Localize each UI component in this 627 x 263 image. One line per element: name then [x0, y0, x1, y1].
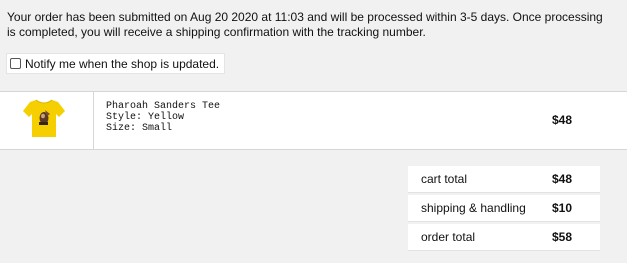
order-total-value: $58	[552, 230, 573, 244]
tshirt-image[interactable]	[21, 98, 67, 138]
notify-checkbox-row[interactable]: Notify me when the shop is updated.	[6, 53, 226, 74]
order-confirmation-message: Your order has been submitted on Aug 20 …	[7, 10, 603, 39]
notify-label: Notify me when the shop is updated.	[25, 56, 220, 71]
item-price: $48	[552, 113, 573, 127]
item-size: Size: Small	[106, 123, 173, 134]
cart-total-row: cart total $48	[408, 166, 600, 193]
cart-total-label: cart total	[421, 172, 468, 186]
cart-total-value: $48	[552, 172, 573, 186]
order-totals: cart total $48 shipping & handling $10 o…	[408, 166, 600, 253]
order-total-row: order total $58	[408, 224, 600, 251]
order-total-label: order total	[421, 230, 476, 244]
item-details: Pharoah Sanders Tee Style: Yellow Size: …	[106, 101, 220, 134]
item-name: Pharoah Sanders Tee	[106, 101, 221, 112]
cart-item-row: Pharoah Sanders Tee Style: Yellow Size: …	[0, 91, 627, 150]
item-thumbnail-cell	[0, 92, 94, 149]
shipping-row: shipping & handling $10	[408, 195, 600, 222]
shipping-label: shipping & handling	[421, 201, 526, 215]
shipping-value: $10	[552, 201, 573, 215]
notify-checkbox[interactable]	[10, 58, 21, 69]
item-style: Style: Yellow	[106, 112, 185, 123]
